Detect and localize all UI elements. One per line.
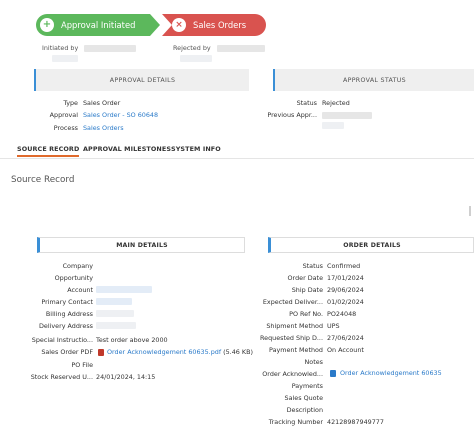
approval-label: Approval <box>49 111 78 119</box>
main-details-header: MAIN DETAILS <box>37 237 245 253</box>
account-label: Account <box>67 286 93 294</box>
sales-order-pdf-link[interactable]: Order Acknowledgement 60635.pdf <box>107 348 221 356</box>
page-title: Source Record <box>11 175 75 185</box>
approval-status-header: APPROVAL STATUS <box>273 69 474 91</box>
pdf-icon <box>98 348 104 356</box>
order-acknowledgement[interactable]: Order Acknowledgement 60635 <box>330 369 442 377</box>
primary-contact-label: Primary Contact <box>41 298 93 306</box>
flow-step-label: Approval Initiated <box>61 20 136 30</box>
flow-step-sales-orders[interactable]: × Sales Orders <box>162 14 266 36</box>
previous-approver-value <box>322 111 372 119</box>
payments-label: Payments <box>291 382 323 390</box>
company-label: Company <box>62 262 93 270</box>
payment-method-value: On Account <box>327 346 364 354</box>
redacted-line <box>52 54 78 62</box>
ship-date-label: Ship Date <box>291 286 323 294</box>
section-title: APPROVAL STATUS <box>343 76 406 84</box>
rejected-by: Rejected by <box>173 44 265 52</box>
account-value[interactable] <box>96 285 152 293</box>
sales-quote-label: Sales Quote <box>284 394 323 402</box>
primary-contact-value[interactable] <box>96 297 132 305</box>
notes-label: Notes <box>304 358 323 366</box>
section-title: MAIN DETAILS <box>116 241 168 249</box>
requested-ship-date-value: 27/06/2024 <box>327 334 364 342</box>
expected-delivery-value: 01/02/2024 <box>327 298 364 306</box>
order-date-value: 17/01/2024 <box>327 274 364 282</box>
shipment-method-value: UPS <box>327 322 340 330</box>
stock-reserved-value: 24/01/2024, 14:15 <box>96 373 156 381</box>
type-label: Type <box>63 99 78 107</box>
section-title: APPROVAL DETAILS <box>109 76 176 84</box>
rejected-by-label: Rejected by <box>173 44 211 52</box>
description-label: Description <box>286 406 323 414</box>
order-details-header: ORDER DETAILS <box>268 237 474 253</box>
approval-link[interactable]: Sales Order - SO 60648 <box>83 111 158 119</box>
redacted-value <box>216 44 265 52</box>
tracking-number-value: 42128987949777 <box>327 418 384 426</box>
process-label: Process <box>53 124 78 132</box>
close-icon: × <box>172 18 186 32</box>
special-instructions-label: Special Instructio... <box>31 336 93 344</box>
order-date-label: Order Date <box>287 274 323 282</box>
order-acknowledgement-link[interactable]: Order Acknowledgement 60635 <box>340 369 442 377</box>
redacted-line <box>322 121 344 129</box>
redacted-line <box>180 54 212 62</box>
order-status-value: Confirmed <box>327 262 361 270</box>
file-size: (5.46 KB) <box>223 348 253 356</box>
tab-divider <box>0 158 474 159</box>
redacted-value <box>84 44 137 52</box>
order-acknowledgement-label: Order Acknowled... <box>262 370 323 378</box>
expected-delivery-label: Expected Deliver... <box>262 298 323 306</box>
sales-order-pdf-label: Sales Order PDF <box>41 348 93 356</box>
po-file-label: PO File <box>71 361 93 369</box>
tab-system-info[interactable]: SYSTEM INFO <box>171 145 221 157</box>
document-icon <box>330 369 336 377</box>
section-title: ORDER DETAILS <box>343 241 401 249</box>
process-link[interactable]: Sales Orders <box>83 124 124 132</box>
delivery-address-value <box>96 321 136 329</box>
flow-step-label: Sales Orders <box>193 20 247 30</box>
requested-ship-date-label: Requested Ship D... <box>260 334 323 342</box>
tab-source-record[interactable]: SOURCE RECORD <box>17 145 80 157</box>
po-ref-value: PO24048 <box>327 310 357 318</box>
status-label: Status <box>296 99 317 107</box>
flow-step-approval-initiated[interactable]: + Approval Initiated <box>36 14 160 36</box>
payment-method-label: Payment Method <box>269 346 323 354</box>
stock-reserved-label: Stock Reserved U... <box>30 373 93 381</box>
ship-date-value: 29/06/2024 <box>327 286 364 294</box>
order-status-label: Status <box>302 262 323 270</box>
initiated-by: Initiated by <box>42 44 137 52</box>
sales-order-pdf[interactable]: Order Acknowledgement 60635.pdf (5.46 KB… <box>98 348 253 356</box>
po-ref-label: PO Ref No. <box>289 310 323 318</box>
previous-approver-label: Previous Appr... <box>267 111 317 119</box>
opportunity-label: Opportunity <box>54 274 93 282</box>
billing-address-value <box>96 309 134 317</box>
tab-approval-milestones[interactable]: APPROVAL MILESTONES <box>83 145 171 157</box>
plus-icon: + <box>40 18 54 32</box>
shipment-method-label: Shipment Method <box>266 322 323 330</box>
approval-details-header: APPROVAL DETAILS <box>34 69 249 91</box>
special-instructions-value: Test order above 2000 <box>96 336 168 344</box>
delivery-address-label: Delivery Address <box>38 322 93 330</box>
tracking-number-label: Tracking Number <box>268 418 323 426</box>
initiated-by-label: Initiated by <box>42 44 79 52</box>
status-value: Rejected <box>322 99 350 107</box>
billing-address-label: Billing Address <box>45 310 93 318</box>
scrollbar-handle[interactable] <box>469 206 471 216</box>
type-value: Sales Order <box>83 99 121 107</box>
